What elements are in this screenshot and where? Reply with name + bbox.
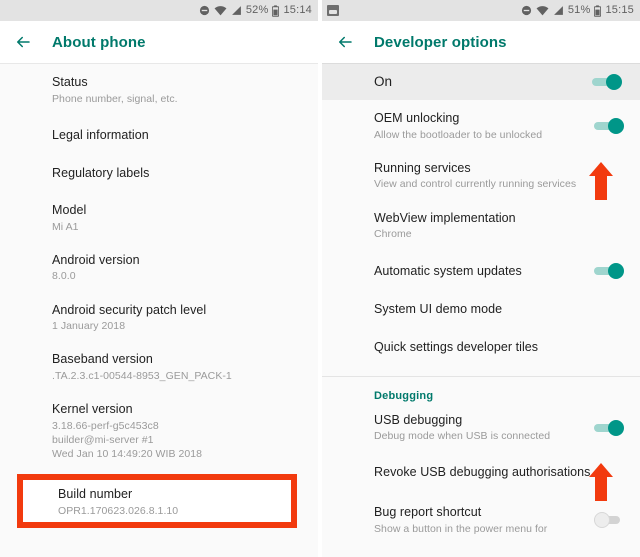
list-item-subtitle: OPR1.170623.026.8.1.10	[58, 504, 179, 517]
list-item-legal-information[interactable]: Legal information	[0, 114, 318, 157]
page-title: Developer options	[374, 33, 507, 51]
list-item-build-number[interactable]: Build number OPR1.170623.026.8.1.10	[23, 480, 291, 518]
list-item-automatic-system-updates[interactable]: Automatic system updates	[322, 250, 640, 293]
usb-debugging-toggle[interactable]	[594, 420, 624, 437]
list-item-quick-settings-developer-tiles[interactable]: Quick settings developer tiles	[322, 330, 640, 368]
list-item-title: Revoke USB debugging authorisations	[374, 465, 591, 480]
list-item-title: Android security patch level	[52, 302, 207, 317]
about-phone-list: Status Phone number, signal, etc. Legal …	[0, 64, 318, 468]
list-item-subtitle: View and control currently running servi…	[374, 178, 577, 191]
list-item-subtitle: 1 January 2018	[52, 320, 126, 333]
master-switch-toggle[interactable]	[592, 74, 622, 90]
about-phone-screen: 52% 15:14 About phone Status Phone numbe…	[0, 0, 318, 557]
developer-options-screen: 51% 15:15 Developer options On OEM unloc…	[322, 0, 640, 557]
list-item-title: Status	[52, 75, 88, 89]
toggle-knob	[608, 118, 624, 135]
list-item-title: Automatic system updates	[374, 263, 522, 278]
list-item-status[interactable]: Status Phone number, signal, etc.	[0, 64, 318, 115]
list-item-title: Kernel version	[52, 402, 133, 417]
battery-icon	[272, 4, 280, 17]
list-item-title: Baseband version	[52, 352, 153, 367]
annotation-arrow-oem-unlocking-icon	[588, 161, 614, 201]
oem-unlocking-toggle[interactable]	[594, 118, 624, 135]
list-item-subtitle: Mi A1	[52, 220, 79, 233]
list-item-oem-unlocking[interactable]: OEM unlocking Allow the bootloader to be…	[322, 100, 640, 151]
wifi-icon	[214, 5, 227, 16]
list-item-webview-implementation[interactable]: WebView implementation Chrome	[322, 200, 640, 251]
list-item-title: Bug report shortcut	[374, 505, 482, 520]
clock-label: 15:14	[283, 4, 312, 16]
back-arrow-icon[interactable]	[336, 33, 354, 51]
toggle-knob	[606, 74, 622, 90]
status-bar-right: 51% 15:15	[322, 0, 640, 21]
list-item-subtitle: .TA.2.3.c1-00544-8953_GEN_PACK-1	[52, 370, 232, 383]
list-item-subtitle: 3.18.66-perf-g5c453c8 builder@mi-server …	[52, 419, 203, 461]
list-item-baseband-version[interactable]: Baseband version .TA.2.3.c1-00544-8953_G…	[0, 342, 318, 393]
dual-screenshot-container: 52% 15:14 About phone Status Phone numbe…	[0, 0, 640, 557]
list-item-title: System UI demo mode	[374, 302, 503, 317]
back-arrow-icon[interactable]	[14, 33, 32, 51]
list-item-subtitle: 8.0.0	[52, 270, 76, 283]
signal-icon	[231, 5, 242, 16]
list-item-usb-debugging[interactable]: USB debugging Debug mode when USB is con…	[322, 405, 640, 453]
automatic-system-updates-toggle[interactable]	[594, 263, 624, 280]
master-switch-label: On	[374, 73, 393, 89]
list-item-title: Android version	[52, 252, 140, 267]
list-item-system-ui-demo-mode[interactable]: System UI demo mode	[322, 292, 640, 331]
bug-report-shortcut-toggle[interactable]	[594, 512, 624, 529]
page-title: About phone	[52, 33, 146, 51]
list-item-subtitle: Phone number, signal, etc.	[52, 92, 178, 105]
signal-icon	[553, 5, 564, 16]
list-item-title: OEM unlocking	[374, 111, 460, 125]
list-item-model[interactable]: Model Mi A1	[0, 194, 318, 243]
list-item-subtitle: Show a button in the power menu for	[374, 522, 548, 535]
section-header-debugging: Debugging	[374, 389, 434, 402]
do-not-disturb-icon	[199, 5, 210, 16]
annotation-arrow-usb-debugging-icon	[588, 462, 614, 502]
list-item-subtitle: Chrome	[374, 228, 412, 241]
screenshot-icon	[327, 5, 339, 16]
toggle-knob	[594, 512, 610, 529]
list-item-title: WebView implementation	[374, 210, 516, 225]
battery-icon	[594, 4, 602, 17]
list-item-title: Model	[52, 203, 87, 218]
clock-label: 15:15	[605, 4, 634, 16]
list-item-android-security-patch-level[interactable]: Android security patch level 1 January 2…	[0, 292, 318, 343]
build-number-highlight-box: Build number OPR1.170623.026.8.1.10	[17, 474, 297, 528]
app-bar-left: About phone	[0, 21, 318, 63]
status-bar-left: 52% 15:14	[0, 0, 318, 21]
list-item-title: Running services	[374, 160, 471, 175]
list-item-title: Legal information	[52, 127, 149, 142]
wifi-icon	[536, 5, 549, 16]
list-item-regulatory-labels[interactable]: Regulatory labels	[0, 156, 318, 195]
list-item-subtitle: Allow the bootloader to be unlocked	[374, 128, 543, 141]
app-bar-right: Developer options	[322, 21, 640, 63]
toggle-knob	[608, 263, 624, 280]
list-item-android-version[interactable]: Android version 8.0.0	[0, 242, 318, 293]
list-item-title: Regulatory labels	[52, 166, 150, 181]
list-item-subtitle: Debug mode when USB is connected	[374, 430, 551, 443]
list-item-kernel-version[interactable]: Kernel version 3.18.66-perf-g5c453c8 bui…	[0, 392, 318, 468]
list-item-title: Quick settings developer tiles	[374, 340, 539, 355]
developer-options-master-switch-row[interactable]: On	[322, 63, 640, 100]
do-not-disturb-icon	[521, 5, 532, 16]
toggle-knob	[608, 420, 624, 437]
list-item-title: USB debugging	[374, 412, 463, 427]
battery-percent-label: 52%	[245, 4, 269, 16]
list-item-title: Build number	[58, 487, 133, 501]
battery-percent-label: 51%	[567, 4, 591, 16]
